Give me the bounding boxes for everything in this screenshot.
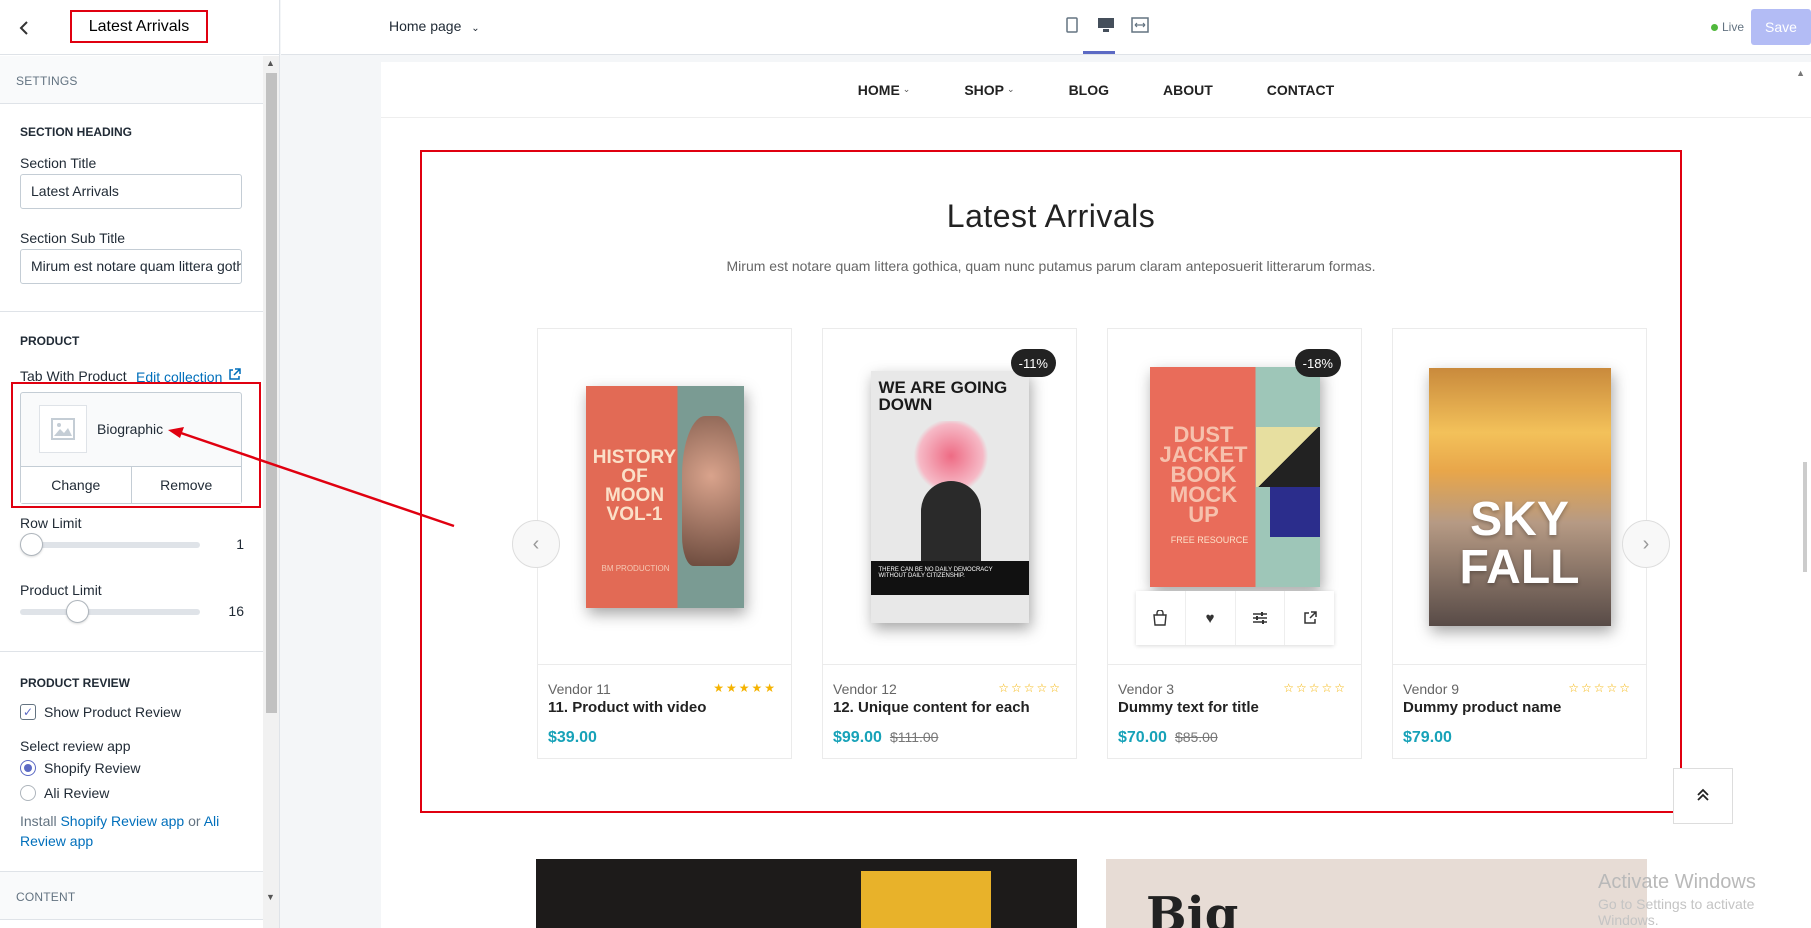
product-limit-label: Product Limit: [20, 582, 102, 598]
promo-banner-right[interactable]: Big: [1106, 859, 1647, 928]
show-review-row[interactable]: ✓ Show Product Review: [20, 704, 181, 720]
preview-scrollbar-thumb[interactable]: [1803, 462, 1807, 572]
fullscreen-view-icon[interactable]: [1129, 14, 1151, 36]
yellow-book-image: [861, 871, 991, 928]
promo-banner-left[interactable]: [536, 859, 1077, 928]
ali-review-option[interactable]: Ali Review: [20, 785, 109, 801]
product-limit-value: 16: [228, 603, 244, 619]
section-heading-block: SECTION HEADING Section Title Latest Arr…: [0, 104, 264, 312]
device-view-switcher: [1061, 14, 1151, 36]
nav-home-label[interactable]: HOME: [858, 82, 900, 98]
back-to-top-button[interactable]: [1673, 768, 1733, 824]
product-limit-knob[interactable]: [66, 600, 89, 623]
nav-shop[interactable]: SHOP ⌄: [964, 82, 1014, 98]
live-dot-icon: [1711, 24, 1718, 31]
save-button[interactable]: Save: [1751, 9, 1811, 45]
content-label: CONTENT: [16, 890, 76, 904]
desktop-view-icon[interactable]: [1095, 14, 1117, 36]
page-selector[interactable]: Home page ⌄: [389, 18, 480, 34]
row-limit-label: Row Limit: [20, 515, 82, 531]
highlight-box-collection: [11, 382, 261, 508]
double-chevron-up-icon: [1696, 786, 1710, 807]
section-subtitle-label: Section Sub Title: [20, 230, 126, 246]
nav-about[interactable]: ABOUT: [1163, 82, 1213, 98]
scroll-down-icon[interactable]: ▼: [266, 892, 275, 902]
content-controls: [0, 920, 264, 928]
show-review-checkbox[interactable]: ✓: [20, 704, 36, 720]
content-bar: CONTENT: [0, 872, 264, 920]
back-arrow-icon[interactable]: [12, 16, 36, 40]
sidebar-header: Latest Arrivals: [0, 0, 279, 55]
select-review-label: Select review app: [20, 738, 131, 754]
section-title-input[interactable]: Latest Arrivals: [20, 174, 242, 209]
windows-activation-watermark: Activate Windows: [1598, 871, 1756, 893]
row-limit-value: 1: [236, 536, 244, 552]
page-selector-label: Home page: [389, 18, 462, 34]
chevron-down-icon: ⌄: [471, 23, 480, 34]
section-subtitle-input[interactable]: Mirum est notare quam littera gothica: [20, 249, 242, 284]
active-view-indicator: [1083, 51, 1115, 54]
settings-label: SETTINGS: [16, 74, 78, 88]
product-review-block: PRODUCT REVIEW ✓ Show Product Review Sel…: [0, 652, 264, 872]
product-review-heading: PRODUCT REVIEW: [20, 676, 131, 690]
live-status: Live: [1711, 20, 1744, 34]
section-heading-title: SECTION HEADING: [20, 125, 133, 139]
live-label: Live: [1722, 20, 1745, 34]
install-review-text: Install Shopify Review app or Ali Review…: [20, 811, 242, 851]
shopify-review-radio[interactable]: [20, 760, 36, 776]
chevron-down-icon: ⌄: [1007, 84, 1015, 94]
chevron-down-icon: ⌄: [902, 84, 911, 94]
preview-scroll-up-icon[interactable]: ▲: [1796, 68, 1805, 78]
row-limit-slider[interactable]: [20, 533, 200, 556]
ali-review-radio[interactable]: [20, 785, 36, 801]
highlight-box-section: [420, 150, 1682, 813]
nav-shop-label[interactable]: SHOP: [964, 82, 1004, 98]
scrollbar-thumb[interactable]: [266, 73, 277, 713]
section-title-label: Section Title: [20, 155, 97, 171]
shopify-review-app-link[interactable]: Shopify Review app: [60, 813, 184, 829]
shopify-review-option[interactable]: Shopify Review: [20, 760, 141, 776]
show-review-label: Show Product Review: [44, 704, 181, 720]
sidebar-title: Latest Arrivals: [70, 10, 208, 43]
product-heading: PRODUCT: [20, 334, 80, 348]
editor-topbar: Home page ⌄ Live Save: [281, 0, 1811, 55]
install-or: or: [188, 813, 201, 829]
scroll-up-icon[interactable]: ▲: [266, 58, 275, 68]
banner-heading: Big: [1146, 887, 1239, 928]
store-navigation: HOME ⌄ SHOP ⌄ BLOG ABOUT CONTACT: [381, 62, 1811, 118]
nav-contact[interactable]: CONTACT: [1267, 82, 1334, 98]
install-prefix: Install: [20, 813, 57, 829]
nav-home[interactable]: HOME ⌄: [858, 82, 911, 98]
row-limit-knob[interactable]: [20, 533, 43, 556]
shopify-review-label: Shopify Review: [44, 760, 141, 776]
product-limit-slider[interactable]: [20, 600, 200, 623]
mobile-view-icon[interactable]: [1061, 14, 1083, 36]
theme-editor-sidebar: Latest Arrivals SETTINGS SECTION HEADING…: [0, 0, 280, 928]
settings-bar: SETTINGS: [0, 56, 264, 104]
nav-blog[interactable]: BLOG: [1069, 82, 1109, 98]
sidebar-scrollbar[interactable]: ▲ ▼: [263, 56, 279, 928]
windows-activation-subtext: Go to Settings to activate Windows.: [1598, 896, 1755, 928]
ali-review-label: Ali Review: [44, 785, 110, 801]
